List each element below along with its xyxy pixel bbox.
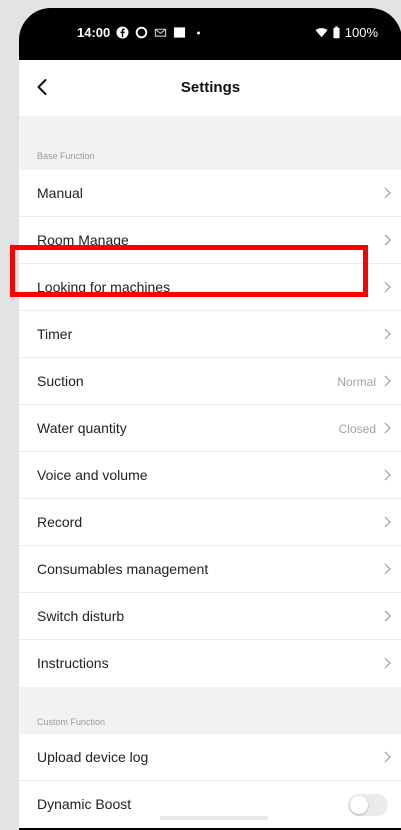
row-label-consumables-management: Consumables management: [37, 561, 209, 577]
row-label-manual: Manual: [37, 185, 83, 201]
dynamic-boost-toggle[interactable]: [348, 794, 388, 816]
highlight-box-timer: [10, 245, 368, 297]
status-bar: 14:00 100%: [19, 8, 401, 58]
row-label-upload-device-log: Upload device log: [37, 749, 149, 765]
toggle-knob: [350, 796, 368, 814]
chevron-right-icon: [384, 422, 391, 434]
status-left: 14:00: [77, 25, 205, 40]
circle-icon: [135, 26, 148, 39]
row-label-water-quantity: Water quantity: [37, 420, 127, 436]
row-label-instructions: Instructions: [37, 655, 109, 671]
row-label-switch-disturb: Switch disturb: [37, 608, 125, 624]
chevron-right-icon: [384, 751, 391, 763]
app-header: Settings: [19, 60, 401, 116]
chevron-right-icon: [384, 657, 391, 669]
section-label-base-function: Base Function: [37, 151, 95, 161]
chevron-right-icon: [384, 563, 391, 575]
row-label-voice-and-volume: Voice and volume: [37, 467, 148, 483]
status-time: 14:00: [77, 25, 111, 40]
chevron-right-icon: [384, 328, 391, 340]
settings-row-upload-device-log[interactable]: Upload device log: [19, 734, 401, 781]
dot-icon: [197, 31, 201, 35]
chevron-right-icon: [384, 234, 391, 246]
row-label-record: Record: [37, 514, 83, 530]
settings-row-water-quantity[interactable]: Water quantity Closed: [19, 405, 401, 452]
phone-frame: 14:00 100% Settings Base Function Manual…: [19, 8, 401, 830]
row-label-dynamic-boost: Dynamic Boost: [37, 796, 132, 812]
settings-row-manual[interactable]: Manual: [19, 170, 401, 217]
chevron-right-icon: [384, 610, 391, 622]
settings-row-dynamic-boost: Dynamic Boost: [19, 781, 401, 828]
home-indicator[interactable]: [160, 816, 268, 820]
row-label-suction: Suction: [37, 373, 84, 389]
square-icon: [174, 27, 186, 38]
page-title: Settings: [180, 79, 241, 96]
chevron-right-icon: [384, 375, 391, 387]
facebook-icon: [116, 26, 129, 39]
settings-row-switch-disturb[interactable]: Switch disturb: [19, 593, 401, 640]
settings-row-consumables-management[interactable]: Consumables management: [19, 546, 401, 593]
gmail-icon: [155, 28, 167, 37]
chevron-right-icon: [384, 187, 391, 199]
settings-row-record[interactable]: Record: [19, 499, 401, 546]
section-header-custom-function: Custom Function: [19, 687, 401, 734]
chevron-right-icon: [384, 469, 391, 481]
section-label-custom-function: Custom Function: [37, 717, 106, 727]
row-value-suction: Normal: [337, 375, 376, 389]
settings-row-suction[interactable]: Suction Normal: [19, 358, 401, 405]
settings-row-instructions[interactable]: Instructions: [19, 640, 401, 687]
settings-screen: Settings Base Function Manual Room Manag…: [19, 60, 401, 828]
section-header-base-function: Base Function: [19, 116, 401, 170]
status-right: 100%: [315, 25, 378, 40]
wifi-icon: [315, 28, 328, 38]
chevron-right-icon: [384, 516, 391, 528]
settings-row-voice-and-volume[interactable]: Voice and volume: [19, 452, 401, 499]
battery-percent: 100%: [344, 25, 378, 40]
row-value-water-quantity: Closed: [338, 422, 376, 436]
row-label-timer: Timer: [37, 326, 73, 342]
settings-row-timer[interactable]: Timer: [19, 311, 401, 358]
chevron-right-icon: [384, 281, 391, 293]
battery-icon: [333, 26, 340, 39]
